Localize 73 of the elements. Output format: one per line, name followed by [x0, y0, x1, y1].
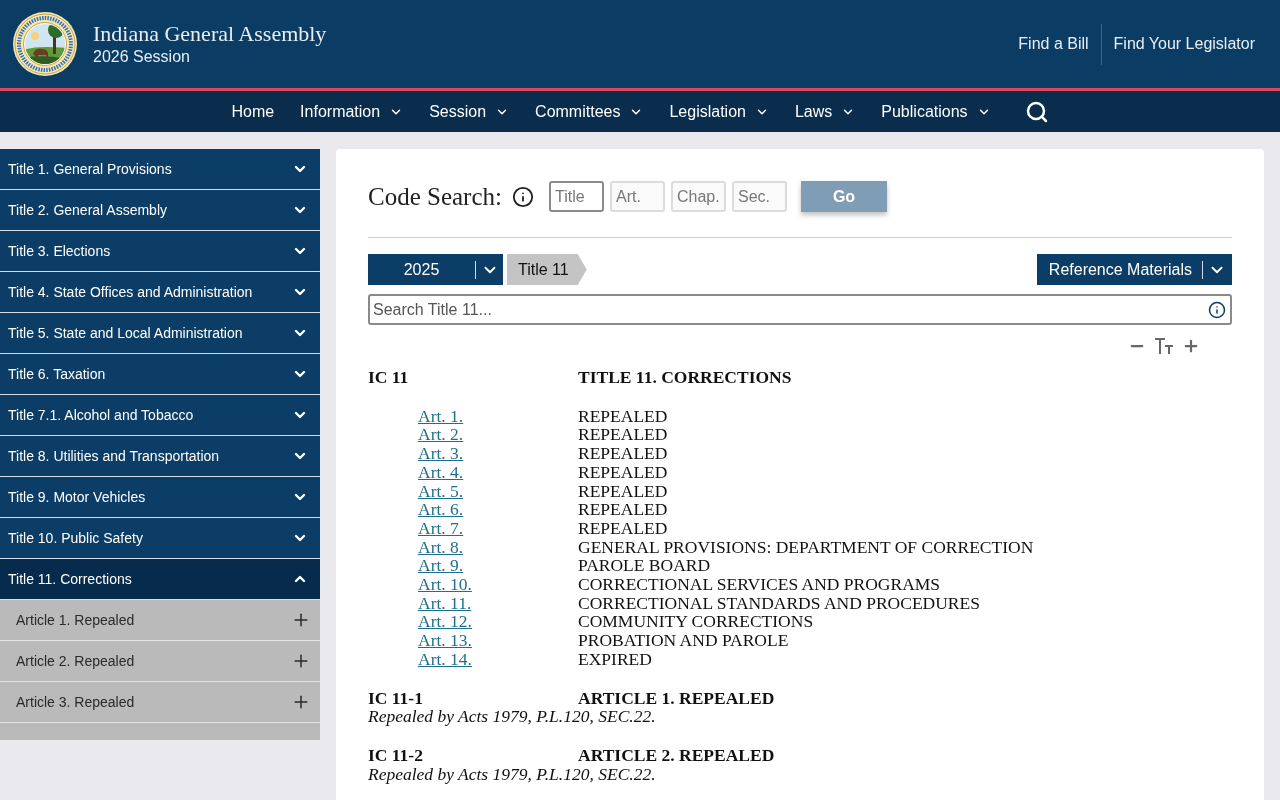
code-search-heading: Code Search:: [368, 181, 502, 212]
article-heading: ARTICLE 1. REPEALED: [578, 688, 776, 708]
nav-menu-item[interactable]: Session: [429, 99, 510, 124]
article-link[interactable]: Art. 12.: [418, 611, 472, 632]
code-citation: IC 11: [368, 368, 410, 387]
title-search-field[interactable]: Search Title 11...: [368, 294, 1232, 325]
header-link[interactable]: Find Your Legislator: [1113, 32, 1255, 56]
article-title: REPEALED: [578, 406, 669, 426]
article-link[interactable]: Art. 11.: [418, 592, 472, 613]
nav-menu-item[interactable]: Home: [231, 99, 275, 124]
article-item[interactable]: Article 1. Repealed: [0, 600, 320, 641]
year-dropdown[interactable]: 2025: [368, 254, 503, 285]
article-link[interactable]: Art. 6.: [418, 499, 464, 520]
code-citation: IC 11-2: [368, 745, 424, 765]
sidebar-title-item[interactable]: Title 10. Public Safety: [0, 518, 320, 559]
article-title: COMMUNITY CORRECTIONS: [578, 612, 815, 632]
article-item[interactable]: Article 3. Repealed: [0, 682, 320, 723]
article-title: REPEALED: [578, 462, 669, 482]
sidebar-title-item[interactable]: Title 8. Utilities and Transportation: [0, 436, 320, 477]
article-title: REPEALED: [578, 444, 669, 463]
article-title: PAROLE BOARD: [578, 556, 712, 576]
article-title: REPEALED: [578, 500, 669, 519]
breadcrumb-link[interactable]: Title 11: [507, 254, 587, 285]
article-item[interactable]: Article 2. Repealed: [0, 641, 320, 682]
nav-menu-item[interactable]: Laws: [794, 99, 856, 124]
article-link[interactable]: Art. 14.: [418, 648, 472, 669]
sidebar-title-item[interactable]: Title 7.1. Alcohol and Tobacco: [0, 395, 320, 436]
article-link[interactable]: Art. 1.: [418, 405, 464, 426]
article-title: REPEALED: [578, 425, 669, 445]
repeal-note: Repealed by Acts 1979, P.L.120, SEC.22.: [368, 764, 657, 784]
sidebar-title-item[interactable]: Title 1. General Provisions: [0, 149, 320, 190]
article-title: CORRECTIONAL STANDARDS AND PROCEDURES: [578, 593, 981, 613]
site-title: Indiana General Assembly: [93, 21, 327, 47]
article-title: PROBATION AND PAROLE: [578, 631, 790, 650]
nav-menu-item[interactable]: Information: [300, 99, 404, 124]
increase-text-icon[interactable]: [1182, 337, 1200, 355]
nav-menu-item[interactable]: Publications: [881, 99, 991, 124]
nav-menu-item[interactable]: Committees: [535, 99, 644, 124]
header-link[interactable]: Find a Bill: [1018, 32, 1089, 56]
article-link[interactable]: Art. 8.: [418, 536, 464, 557]
sidebar-title-item[interactable]: Title 6. Taxation: [0, 354, 320, 395]
title-heading: TITLE 11. CORRECTIONS: [578, 368, 793, 387]
code-input-field[interactable]: Title: [549, 181, 604, 212]
article-link[interactable]: Art. 4.: [418, 461, 464, 482]
sidebar-title-item[interactable]: Title 11. Corrections: [0, 559, 320, 600]
sidebar-title-item[interactable]: Title 2. General Assembly: [0, 190, 320, 231]
state-seal-logo: [13, 12, 77, 76]
info-icon[interactable]: [1208, 301, 1226, 319]
info-icon[interactable]: [512, 185, 534, 208]
sidebar-title-item[interactable]: Title 3. Elections: [0, 231, 320, 272]
sidebar-title-item[interactable]: Title 4. State Offices and Administration: [0, 272, 320, 313]
article-link[interactable]: Art. 3.: [418, 443, 464, 464]
article-title: REPEALED: [578, 518, 669, 538]
article-link[interactable]: Art. 10.: [418, 574, 472, 595]
nav-menu-item[interactable]: Legislation: [669, 99, 769, 124]
article-heading: ARTICLE 2. REPEALED: [578, 745, 776, 765]
article-title: REPEALED: [578, 481, 669, 501]
article-title: EXPIRED: [578, 649, 653, 669]
repeal-note: Repealed by Acts 1979, P.L.120, SEC.22.: [368, 707, 657, 726]
article-link[interactable]: Art. 2.: [418, 424, 464, 445]
article-link[interactable]: Art. 5.: [418, 480, 464, 501]
article-link[interactable]: Art. 13.: [418, 630, 472, 651]
article-title: GENERAL PROVISIONS: DEPARTMENT OF CORRECTION: [578, 537, 1035, 557]
search-icon[interactable]: [1024, 99, 1049, 124]
sidebar-title-item[interactable]: Title 9. Motor Vehicles: [0, 477, 320, 518]
session-label: 2026 Session: [93, 47, 191, 67]
code-citation: IC 11-1: [368, 688, 424, 708]
article-link[interactable]: Art. 7.: [418, 517, 464, 538]
reference-materials-dropdown[interactable]: Reference Materials: [1036, 254, 1232, 285]
text-size-icon[interactable]: [1154, 337, 1174, 355]
sidebar-title-item[interactable]: Title 5. State and Local Administration: [0, 313, 320, 354]
article-title: CORRECTIONAL SERVICES AND PROGRAMS: [578, 575, 942, 594]
article-link[interactable]: Art. 9.: [418, 555, 464, 576]
